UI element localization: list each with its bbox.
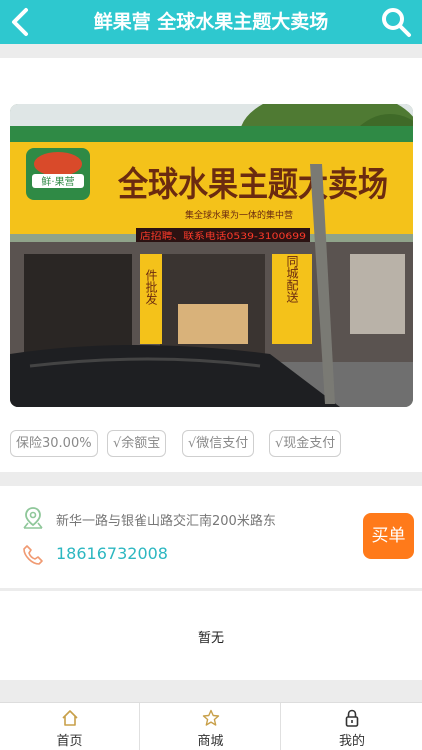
tab-mall[interactable]: 商城 — [141, 703, 281, 750]
bottom-tab-bar: 首页 商城 我的 — [0, 702, 422, 750]
store-address: 新华一路与银雀山路交汇南200米路东 — [56, 514, 276, 529]
window-text-2: 件批发 — [144, 269, 158, 305]
empty-state-text: 暂无 — [197, 631, 224, 646]
tab-mall-label: 商城 — [197, 734, 224, 749]
storefront-image: 鲜·果营 全球水果主题大卖场 集全球水果为一体的集中营 店招聘、联系电话0539… — [10, 104, 413, 407]
tag-wechat-pay: √微信支付 — [182, 430, 255, 457]
lock-icon — [345, 709, 359, 727]
sign-text: 全球水果主题大卖场 — [117, 165, 388, 205]
home-icon — [62, 710, 78, 726]
tab-home[interactable]: 首页 — [0, 703, 140, 750]
logo-text: 鲜·果营 — [41, 175, 74, 188]
tag-yuebao: √余额宝 — [107, 430, 167, 457]
tab-home-label: 首页 — [56, 734, 83, 749]
store-info-card: 鲜·果营 全球水果主题大卖场 集全球水果为一体的集中营 店招聘、联系电话0539… — [0, 58, 422, 472]
tab-mine[interactable]: 我的 — [282, 703, 422, 750]
phone-icon[interactable] — [22, 544, 44, 566]
page-title: 鲜果营 全球水果主题大卖场 — [93, 11, 329, 33]
search-icon[interactable] — [380, 6, 412, 38]
store-phone[interactable]: 18616732008 — [56, 544, 168, 563]
window-text-1: 同城配送 — [285, 255, 299, 304]
pay-bill-button[interactable]: 买单 — [363, 513, 414, 559]
led-text: 店招聘、联系电话0539-3100699 — [140, 230, 306, 242]
contact-card: 新华一路与银雀山路交汇南200米路东 18616732008 买单 — [0, 486, 422, 588]
tab-mine-label: 我的 — [338, 734, 365, 749]
star-icon — [202, 709, 220, 726]
tag-insurance: 保险30.00% — [10, 430, 98, 457]
location-pin-icon — [23, 507, 43, 529]
reviews-card: 暂无 — [0, 591, 422, 680]
tag-cash-pay: √现金支付 — [269, 430, 342, 457]
store-photo: 鲜·果营 全球水果主题大卖场 集全球水果为一体的集中营 店招聘、联系电话0539… — [10, 104, 413, 407]
app-header: 鲜果营 全球水果主题大卖场 — [0, 0, 422, 44]
sign-subtext: 集全球水果为一体的集中营 — [185, 209, 293, 221]
